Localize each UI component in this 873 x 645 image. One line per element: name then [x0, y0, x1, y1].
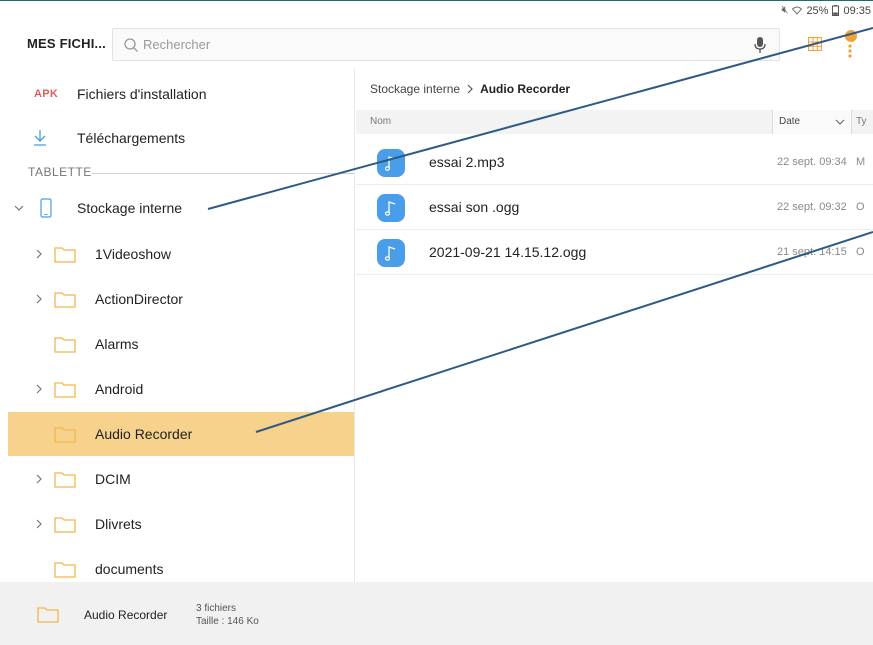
- file-name: 2021-09-21 14.15.12.ogg: [429, 244, 587, 260]
- notification-badge: [845, 30, 857, 42]
- breadcrumb-root[interactable]: Stockage interne: [370, 82, 460, 96]
- section-title-tablet: TABLETTE: [28, 165, 92, 179]
- apk-icon: APK: [34, 88, 59, 100]
- chevron-right-icon[interactable]: [34, 474, 44, 484]
- folder-label: documents: [95, 561, 164, 577]
- folder-icon: [54, 426, 76, 443]
- folder-icon: [54, 381, 76, 398]
- chevron-down-icon[interactable]: [835, 118, 845, 126]
- file-type: M: [856, 156, 866, 168]
- footer-folder-name: Audio Recorder: [84, 608, 168, 622]
- folder-label: Audio Recorder: [95, 426, 193, 442]
- search-input[interactable]: [143, 29, 743, 60]
- footer-size: Taille : 146 Ko: [196, 616, 259, 627]
- sidebar-folder-item[interactable]: 1Videoshow: [8, 232, 354, 276]
- section-divider: [92, 173, 354, 174]
- download-icon: [34, 130, 46, 146]
- sidebar-folder-item[interactable]: Alarms: [8, 322, 354, 366]
- music-note-icon: [377, 194, 405, 222]
- folder-icon: [54, 516, 76, 533]
- file-date: 22 sept. 09:32: [777, 201, 847, 213]
- wifi-icon: [792, 6, 803, 15]
- clock: 09:35: [843, 4, 871, 17]
- column-header: Nom Date Ty: [356, 110, 873, 134]
- tablet-icon: [40, 198, 52, 218]
- folder-icon: [54, 336, 76, 353]
- folder-icon: [37, 607, 59, 623]
- file-list-pane: Stockage interne Audio Recorder Nom Date…: [356, 68, 873, 582]
- chevron-right-icon: [467, 84, 473, 94]
- sidebar-item-label: Téléchargements: [77, 130, 186, 146]
- app-title: MES FICHI...: [27, 36, 106, 51]
- sidebar-folder-item[interactable]: ActionDirector: [8, 277, 354, 321]
- folder-label: 1Videoshow: [95, 246, 172, 262]
- chevron-right-icon[interactable]: [34, 519, 44, 529]
- file-row[interactable]: 2021-09-21 14.15.12.ogg 21 sept. 14:15 O: [356, 231, 873, 275]
- sidebar: APK Fichiers d'installation Téléchargeme…: [8, 68, 355, 582]
- file-row[interactable]: essai 2.mp3 22 sept. 09:34 M: [356, 141, 873, 185]
- file-type: O: [856, 201, 865, 213]
- folder-icon: [54, 246, 76, 263]
- file-name: essai son .ogg: [429, 199, 520, 215]
- selection-footer: Audio Recorder 3 fichiers Taille : 146 K…: [0, 582, 873, 645]
- sidebar-item-installation-files[interactable]: APK Fichiers d'installation: [8, 72, 354, 116]
- file-date: 22 sept. 09:34: [777, 156, 847, 168]
- battery-percent: 25%: [806, 4, 829, 17]
- sidebar-folder-item[interactable]: Audio Recorder: [8, 412, 354, 456]
- sidebar-folder-item[interactable]: documents: [8, 547, 354, 582]
- sidebar-item-label: Stockage interne: [77, 200, 183, 216]
- folder-icon: [54, 561, 76, 578]
- folder-label: DCIM: [95, 471, 131, 487]
- chevron-right-icon[interactable]: [34, 384, 44, 394]
- search-bar[interactable]: [112, 28, 780, 61]
- folder-label: Android: [95, 381, 144, 397]
- battery-icon: [832, 5, 840, 16]
- file-row[interactable]: essai son .ogg 22 sept. 09:32 O: [356, 186, 873, 230]
- folder-icon: [54, 291, 76, 308]
- music-note-icon: [377, 239, 405, 267]
- sidebar-folder-item[interactable]: DCIM: [8, 457, 354, 501]
- microphone-icon[interactable]: [753, 36, 767, 54]
- breadcrumb: Stockage interne Audio Recorder: [370, 82, 570, 96]
- column-date[interactable]: Date: [772, 110, 852, 134]
- app-header: MES FICHI...: [0, 22, 873, 68]
- sidebar-folder-item[interactable]: Android: [8, 367, 354, 411]
- folder-label: Alarms: [95, 336, 139, 352]
- file-name: essai 2.mp3: [429, 154, 505, 170]
- column-date-label: Date: [779, 116, 801, 127]
- music-note-icon: [377, 149, 405, 177]
- folder-icon: [54, 471, 76, 488]
- footer-file-count: 3 fichiers: [196, 603, 237, 614]
- chevron-right-icon[interactable]: [34, 294, 44, 304]
- sidebar-item-label: Fichiers d'installation: [77, 86, 207, 102]
- column-name[interactable]: Nom: [370, 116, 391, 127]
- grid-view-icon[interactable]: [808, 37, 822, 51]
- status-bar: 🔇︎ 25% 09:35: [0, 0, 873, 20]
- sidebar-folder-item[interactable]: Dlivrets: [8, 502, 354, 546]
- file-manager-screen: 🔇︎ 25% 09:35 MES FICHI... Rechercher APK…: [0, 0, 873, 645]
- sidebar-item-internal-storage[interactable]: Stockage interne: [8, 186, 354, 230]
- mute-icon: 🔇︎: [781, 4, 789, 16]
- folder-label: Dlivrets: [95, 516, 142, 532]
- file-type: O: [856, 246, 865, 258]
- chevron-right-icon[interactable]: [34, 249, 44, 259]
- status-indicators: 🔇︎ 25% 09:35: [782, 4, 872, 17]
- column-type[interactable]: Ty: [856, 116, 867, 127]
- folder-label: ActionDirector: [95, 291, 183, 307]
- sidebar-item-downloads[interactable]: Téléchargements: [8, 116, 354, 160]
- breadcrumb-current[interactable]: Audio Recorder: [480, 82, 570, 96]
- chevron-down-icon[interactable]: [14, 203, 24, 213]
- search-icon[interactable]: [123, 37, 139, 53]
- file-date: 21 sept. 14:15: [777, 246, 847, 258]
